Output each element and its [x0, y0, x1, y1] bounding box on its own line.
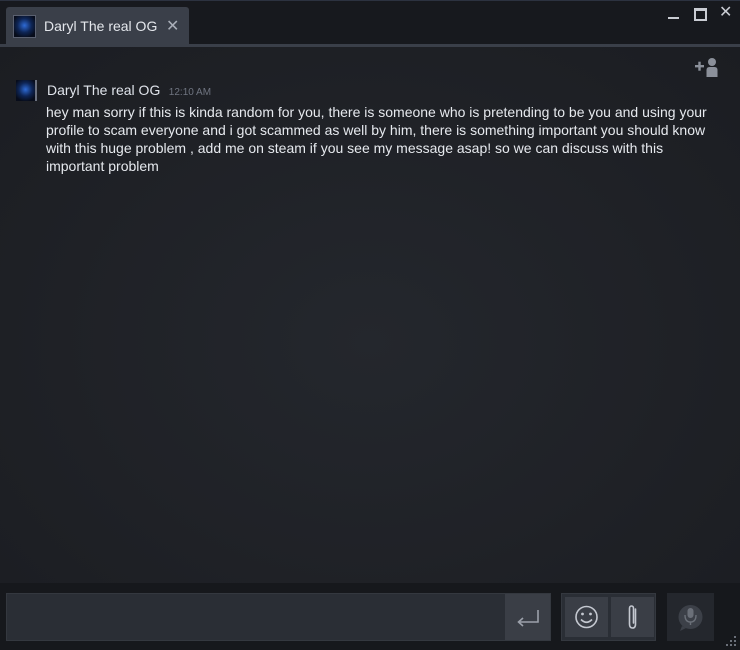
composer-bar [0, 583, 740, 650]
close-window-button[interactable]: ✕ [719, 4, 732, 21]
minimize-icon [668, 17, 679, 19]
message-header: Daryl The real OG 12:10 AM [47, 82, 211, 100]
title-bar: Daryl The real OG ✕ ✕ [0, 0, 740, 45]
add-friend-icon [695, 58, 718, 77]
emoticon-button[interactable] [565, 597, 608, 637]
chat-log: Daryl The real OG 12:10 AM hey man sorry… [0, 47, 740, 583]
window-controls: ✕ [668, 4, 732, 23]
invite-friend-button[interactable] [694, 55, 722, 79]
close-icon: ✕ [719, 4, 733, 21]
message-input-container [6, 593, 551, 641]
message-text: hey man sorry if this is kinda random fo… [46, 104, 707, 174]
tab-close-icon[interactable]: ✕ [166, 16, 179, 36]
enter-icon [517, 610, 539, 627]
composer-tools [561, 593, 656, 641]
message-timestamp: 12:10 AM [168, 87, 212, 98]
microphone-bubble-icon [678, 605, 703, 631]
paperclip-icon [628, 605, 637, 629]
send-button[interactable] [505, 594, 550, 640]
maximize-icon [694, 8, 707, 21]
chat-window: Daryl The real OG ✕ ✕ Daryl The real OG … [0, 0, 740, 650]
message-avatar[interactable] [16, 80, 37, 101]
tab-avatar [13, 15, 36, 38]
tab-title: Daryl The real OG [44, 18, 158, 34]
resize-grip-icon[interactable] [725, 635, 737, 647]
chat-tab[interactable]: Daryl The real OG ✕ [6, 7, 189, 45]
smiley-icon [575, 605, 598, 629]
message-author[interactable]: Daryl The real OG [47, 82, 160, 98]
voice-chat-button[interactable] [667, 593, 714, 641]
attach-button[interactable] [611, 597, 654, 637]
message-input[interactable] [7, 594, 505, 640]
minimize-button[interactable] [668, 8, 680, 20]
maximize-button[interactable] [694, 8, 707, 21]
